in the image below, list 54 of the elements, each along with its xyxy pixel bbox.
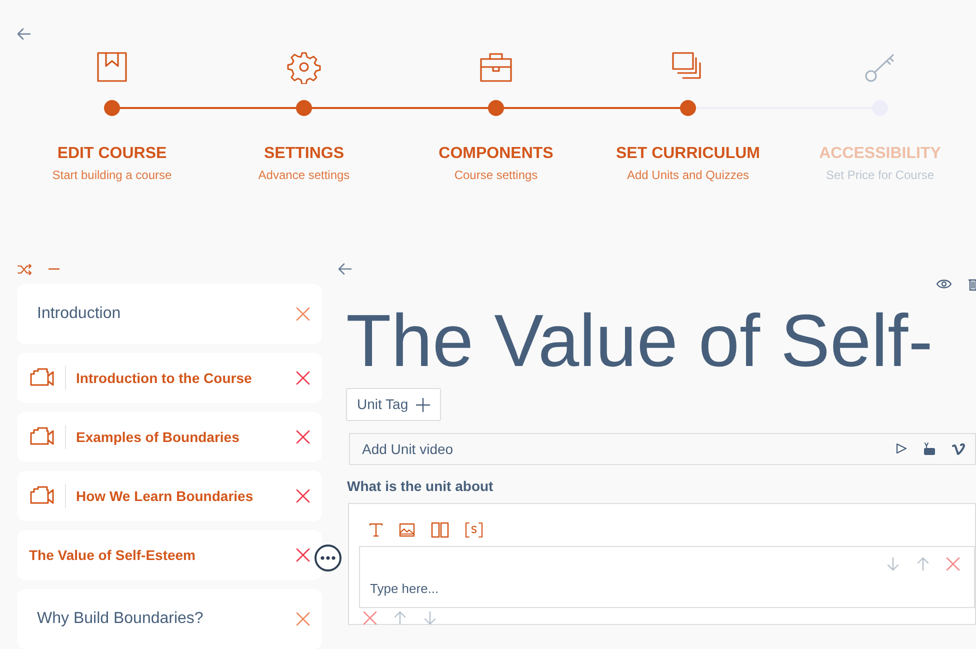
video-camera-icon xyxy=(29,426,55,448)
unit-title: Examples of Boundaries xyxy=(76,428,240,447)
step-subtitle: Add Units and Quizzes xyxy=(626,167,750,184)
bookmark-icon[interactable] xyxy=(95,50,129,84)
unit-card[interactable]: Examples of Boundaries xyxy=(17,412,322,462)
step-subtitle: Start building a course xyxy=(52,167,172,184)
unit-title: The Value of Self-Esteem xyxy=(29,546,196,564)
close-icon[interactable] xyxy=(363,611,377,625)
text-icon[interactable] xyxy=(369,523,383,537)
plus-icon[interactable] xyxy=(416,398,430,412)
collapse-icon[interactable] xyxy=(48,267,60,271)
section-title: Introduction xyxy=(37,304,121,324)
shuffle-icon[interactable] xyxy=(17,264,32,274)
briefcase-icon[interactable] xyxy=(479,50,513,84)
step-title[interactable]: SET CURRICULUM xyxy=(616,142,760,166)
eye-icon[interactable] xyxy=(936,278,952,290)
remove-icon[interactable] xyxy=(296,371,310,385)
unit-tag-button[interactable]: Unit Tag xyxy=(346,388,442,421)
shortcode-icon[interactable] xyxy=(465,522,483,538)
step-subtitle: Set Price for Course xyxy=(826,167,934,184)
image-icon[interactable] xyxy=(399,523,415,537)
remove-icon[interactable] xyxy=(296,489,310,503)
columns-icon[interactable] xyxy=(431,522,449,538)
remove-icon[interactable] xyxy=(296,307,310,321)
video-camera-icon xyxy=(29,367,55,389)
play-icon[interactable] xyxy=(896,443,907,454)
section-card[interactable]: Introduction xyxy=(17,284,322,344)
settings-icon[interactable] xyxy=(287,50,321,84)
unit-title: Introduction to the Course xyxy=(76,368,252,388)
remove-icon[interactable] xyxy=(296,548,310,562)
back-arrow-icon[interactable] xyxy=(338,262,352,276)
field-label: What is the unit about xyxy=(347,477,494,496)
video-url-field[interactable]: Add Unit video xyxy=(349,433,976,465)
more-options-icon[interactable] xyxy=(314,544,342,572)
step-subtitle: Advance settings xyxy=(258,167,350,184)
unit-card[interactable]: Introduction to the Course xyxy=(17,353,322,403)
close-icon[interactable] xyxy=(946,557,960,571)
step-title[interactable]: EDIT COURSE xyxy=(57,142,167,166)
remove-icon[interactable] xyxy=(296,612,310,626)
unit-title: How We Learn Boundaries xyxy=(76,486,254,506)
v-logo-icon[interactable] xyxy=(952,442,966,454)
step-title[interactable]: COMPONENTS xyxy=(438,142,554,166)
section-title: Why Build Boundaries? xyxy=(37,609,204,629)
remove-icon[interactable] xyxy=(296,430,310,444)
unit-card[interactable]: The Value of Self-Esteem xyxy=(17,530,322,580)
video-camera-icon xyxy=(29,485,55,507)
step-title[interactable]: SETTINGS xyxy=(264,142,344,166)
section-card[interactable]: Why Build Boundaries? xyxy=(17,589,322,649)
unit-title-heading[interactable]: The Value of Self- xyxy=(346,304,933,378)
back-arrow-icon[interactable] xyxy=(17,26,31,41)
step-subtitle: Course settings xyxy=(454,167,538,184)
trash-icon[interactable] xyxy=(968,278,976,291)
video-platform-icon[interactable] xyxy=(923,442,936,455)
unit-card[interactable]: How We Learn Boundaries xyxy=(17,471,322,521)
